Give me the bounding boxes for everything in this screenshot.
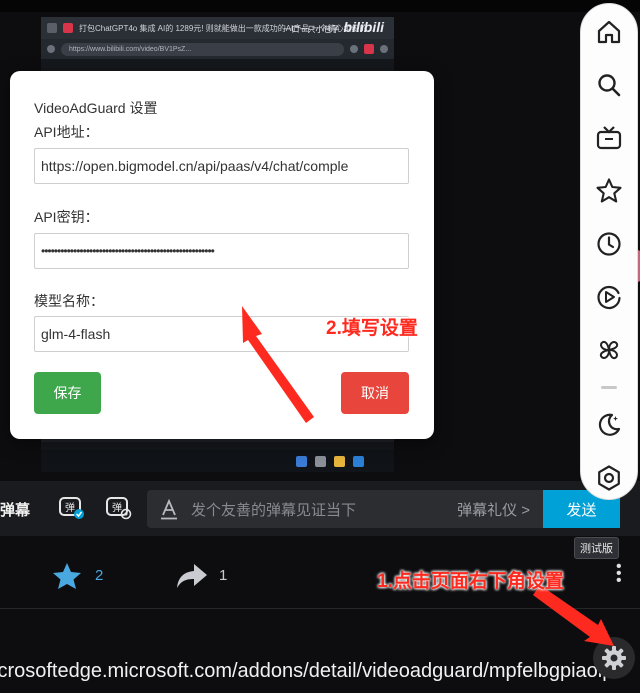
model-name-label: 模型名称： — [34, 293, 104, 309]
svg-text:弹: 弹 — [65, 501, 75, 514]
danmaku-input[interactable]: 发个友善的弹幕见证当下 弹幕礼仪 > — [147, 490, 544, 528]
danmaku-bar: 弹幕 弹 弹 发个友善的弹幕见证当下 弹幕礼仪 > 发送 — [0, 481, 640, 536]
divider — [0, 608, 640, 609]
play-circle-icon[interactable] — [595, 283, 623, 311]
api-url-label: API地址： — [34, 124, 99, 140]
danmaku-settings-icon[interactable]: 弹 — [104, 493, 132, 521]
windows-icon — [296, 455, 307, 467]
browser-url: https://www.bilibili.com/video/BV1PsZ... — [61, 42, 344, 56]
test-version-badge: 测试版 — [574, 537, 619, 559]
cancel-button[interactable]: 取消 — [341, 372, 409, 414]
tab-favicon-icon — [47, 23, 57, 33]
extension-icon — [364, 44, 374, 54]
danmaku-etiquette-link[interactable]: 弹幕礼仪 > — [457, 499, 530, 520]
star-icon — [350, 45, 358, 53]
danmaku-toggle-icon[interactable]: 弹 — [57, 493, 85, 521]
api-key-label: API密钥： — [34, 209, 99, 225]
api-key-input[interactable]: ••••••••••••••••••••••••••••••••••••••••… — [34, 233, 409, 269]
taskbar-app-icon — [315, 455, 326, 467]
tv-icon[interactable] — [595, 124, 623, 152]
extension-settings-button[interactable] — [593, 637, 635, 679]
moon-icon[interactable] — [595, 411, 623, 439]
edge-icon — [353, 455, 364, 467]
arrow-to-settings — [533, 585, 614, 646]
star-icon[interactable] — [595, 177, 623, 205]
folder-icon — [334, 455, 345, 467]
reload-icon — [47, 45, 55, 53]
gear-icon — [602, 646, 626, 670]
danmaku-label: 弹幕 — [0, 502, 31, 519]
addon-url-text: icrosoftedge.microsoft.com/addons/detail… — [0, 660, 614, 682]
annotation-step1: 1.点击页面右下角设置 — [377, 571, 564, 592]
dialog-title: VideoAdGuard 设置 — [34, 100, 158, 116]
bilibili-watermark: 一口一只小包子 bilibili — [284, 19, 384, 35]
danmaku-placeholder: 发个友善的弹幕见证当下 — [191, 501, 357, 519]
share-count: 1 — [219, 567, 228, 584]
clock-icon[interactable] — [595, 230, 623, 258]
text-style-icon[interactable] — [159, 498, 179, 520]
annotation-step2: 2.填写设置 — [326, 318, 418, 339]
favorite-star-icon[interactable] — [52, 562, 82, 590]
api-url-input[interactable]: https://open.bigmodel.cn/api/paas/v4/cha… — [34, 148, 409, 184]
sidebar-separator — [601, 386, 617, 389]
svg-text:弹: 弹 — [112, 501, 122, 514]
search-icon[interactable] — [595, 71, 623, 99]
right-sidebar — [580, 3, 638, 500]
video-browser-addressbar: https://www.bilibili.com/video/BV1PsZ... — [41, 39, 394, 59]
home-icon[interactable] — [595, 18, 623, 46]
favorite-count: 2 — [95, 567, 104, 584]
extension-icon — [380, 45, 388, 53]
bili-logo: bilibili — [343, 19, 384, 35]
bili-user: 一口一只小包子 — [283, 25, 340, 34]
top-strip — [0, 0, 640, 12]
video-taskbar — [41, 450, 394, 472]
settings-icon[interactable] — [595, 464, 623, 492]
tab-favicon-icon — [63, 23, 73, 33]
settings-dialog: VideoAdGuard 设置 API地址： https://open.bigm… — [10, 71, 434, 439]
pinwheel-icon[interactable] — [595, 336, 623, 364]
share-arrow-icon[interactable] — [176, 562, 208, 590]
save-button[interactable]: 保存 — [34, 372, 101, 414]
more-options-icon[interactable]: • • • — [616, 559, 622, 589]
